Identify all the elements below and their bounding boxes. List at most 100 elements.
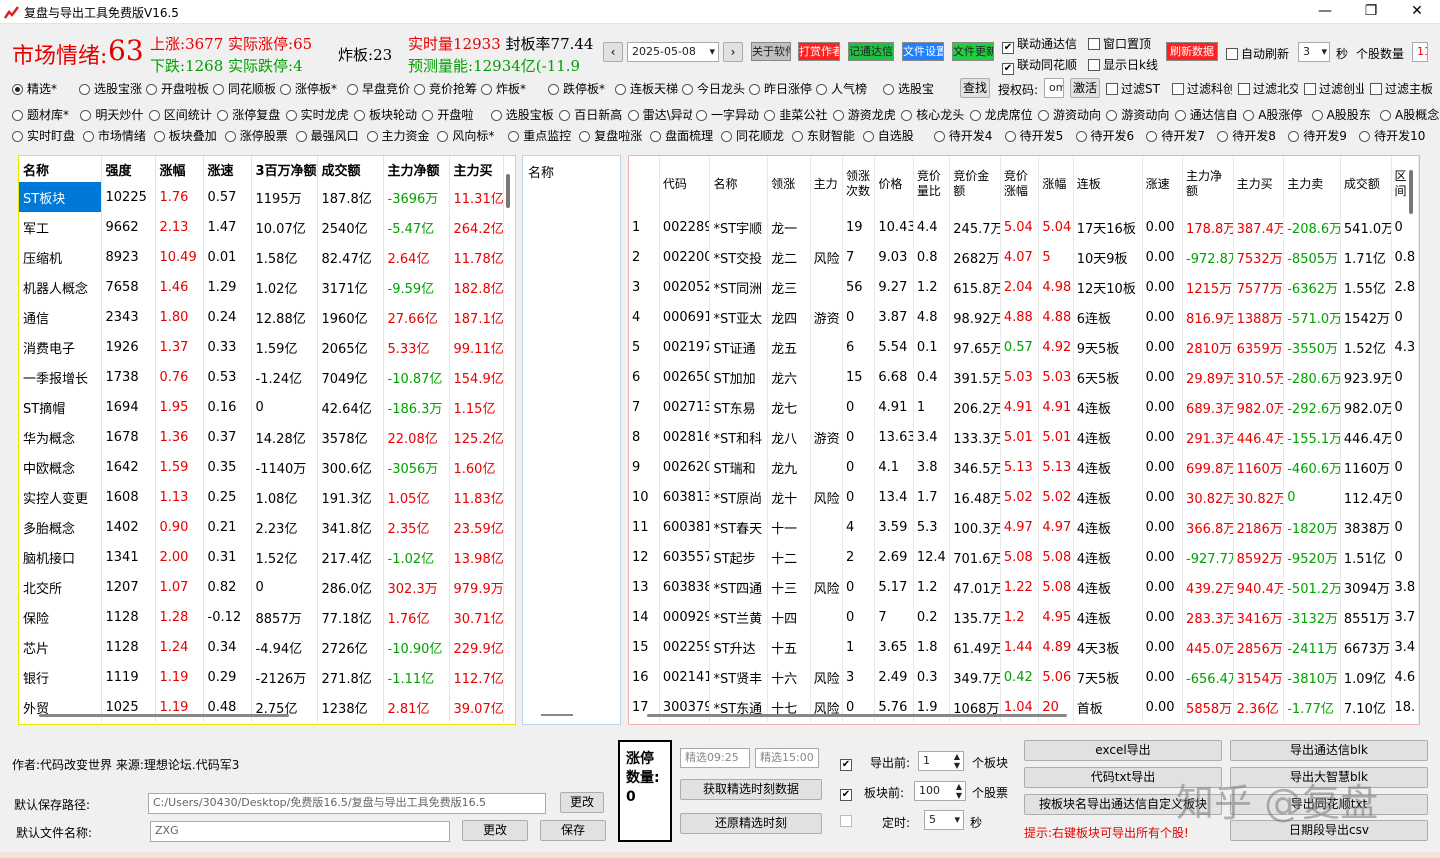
left-vertical-scrollbar[interactable] xyxy=(506,174,510,208)
auth-input[interactable]: om xyxy=(1044,78,1064,98)
column-header[interactable] xyxy=(629,156,660,212)
filename-input[interactable]: ZXG xyxy=(150,821,450,842)
table-row[interactable]: 2 002200 *ST交投 龙二 风险 7 9.03 0.8 2682万 4.07 5 10天9板 0… xyxy=(629,242,1419,272)
table-row[interactable]: 7 002713 ST东易 龙七 0 4.91 1 206.2万 4.91 4.91 4连板 0.00… xyxy=(629,392,1419,422)
table-row[interactable]: 压缩机 8923 10.49 0.01 1.58亿 82.47亿 2.64亿 11.78亿 xyxy=(19,242,504,272)
radio-option[interactable]: 游资动向 xyxy=(1038,106,1102,123)
radio-option[interactable]: 待开发4 xyxy=(933,127,1001,144)
radio-option[interactable]: 实时龙虎 xyxy=(285,106,350,123)
next-date-button[interactable]: › xyxy=(723,42,743,62)
table-row[interactable]: 8 002816 *ST和科 龙八 游资 0 13.63 3.4 133.3万 5.01 5.01 4… xyxy=(629,422,1419,452)
auto-refresh-checkbox[interactable]: 自动刷新 xyxy=(1226,45,1289,62)
column-header[interactable]: 领涨 xyxy=(767,156,811,212)
radio-option[interactable]: 板块轮动 xyxy=(354,106,418,123)
radio-option[interactable]: 韭菜公社 xyxy=(764,106,828,123)
table-row[interactable]: ST板块 10225 1.76 0.57 1195万 187.8亿 -3696万 11.31亿 xyxy=(19,182,504,212)
table-row[interactable]: 通信 2343 1.80 0.24 12.88亿 1960亿 27.66亿 187.1亿 xyxy=(19,302,504,332)
stock-count-input[interactable]: 11 xyxy=(1412,42,1428,62)
link-tdx-checkbox[interactable]: ✔ 联动通达信 xyxy=(1002,35,1077,54)
column-header[interactable]: 成交额 xyxy=(317,156,384,182)
radio-option[interactable]: 一字异动 xyxy=(696,106,760,123)
radio-option[interactable]: 选股宝板 xyxy=(490,106,555,123)
date-picker[interactable]: 2025-05-08 ▾ xyxy=(627,42,719,62)
radio-option[interactable]: 早盘竞价 xyxy=(347,80,410,97)
table-row[interactable]: 10 603813 *ST原尚 龙十 风险 0 13.4 1.7 16.48万 5.02 5.02 4… xyxy=(629,482,1419,512)
radio-option[interactable]: 涨停股票 xyxy=(224,127,292,144)
table-row[interactable]: 保险 1128 1.28 -0.12 8857万 77.18亿 1.76亿 30.71亿 xyxy=(19,602,504,632)
radio-option[interactable]: 区间统计 xyxy=(148,106,213,123)
radio-option[interactable]: 最强风口 xyxy=(295,127,363,144)
restore-snapshot-button[interactable]: 还原精选时刻 xyxy=(680,813,822,834)
table-row[interactable]: 华为概念 1678 1.36 0.37 14.28亿 3578亿 22.08亿 125.2亿 xyxy=(19,422,504,452)
radio-option[interactable]: 待开发6 xyxy=(1075,127,1143,144)
column-header[interactable]: 主力净额 xyxy=(383,156,450,182)
table-row[interactable]: 15 002259 ST升达 十五 1 3.65 1.8 61.49万 1.44 4.89 4天3板… xyxy=(629,632,1419,662)
column-header[interactable]: 涨幅 xyxy=(155,156,204,182)
change-path-button[interactable]: 更改 xyxy=(560,792,604,813)
save-button[interactable]: 保存 xyxy=(540,820,606,841)
sector-before-checkbox[interactable]: ✔ xyxy=(840,784,855,801)
radio-option[interactable]: 竞价抢筹 xyxy=(414,80,477,97)
table-row[interactable]: 1 002289 *ST宇顺 龙一 19 10.43 4.4 245.7万 5.04 5.04 17… xyxy=(629,212,1419,242)
table-row[interactable]: 外贸 1025 1.19 0.48 2.75亿 1238亿 2.81亿 39.07亿 xyxy=(19,692,504,722)
txt-export-button[interactable]: 代码txt导出 xyxy=(1024,767,1222,788)
refresh-interval-select[interactable]: 3 ▾ xyxy=(1298,42,1330,62)
filter-kc-checkbox[interactable]: 过滤科创 xyxy=(1172,80,1232,97)
radio-option[interactable]: 自选股 xyxy=(862,127,930,144)
radio-option[interactable]: 实时盯盘 xyxy=(12,127,79,144)
radio-option[interactable]: 选股宝 xyxy=(883,80,946,97)
table-row[interactable]: 消费电子 1926 1.37 0.33 1.59亿 2065亿 5.33亿 99.11亿 xyxy=(19,332,504,362)
column-header[interactable]: 主力卖 xyxy=(1283,156,1341,212)
radio-option[interactable]: 复盘啦涨 xyxy=(579,127,646,144)
save-path-input[interactable]: C:/Users/30430/Desktop/免费版16.5/复盘与导出工具免费… xyxy=(148,793,546,814)
export-before-checkbox[interactable]: ✔ xyxy=(840,754,855,771)
radio-option[interactable]: 通达信自 xyxy=(1174,106,1239,123)
file-update-button[interactable]: 文件更新 xyxy=(952,42,994,61)
column-header[interactable]: 主力 xyxy=(810,156,844,212)
maximize-button[interactable]: ❐ xyxy=(1348,0,1394,24)
column-header[interactable]: 连板 xyxy=(1073,156,1143,212)
export-before-spinner[interactable]: 1 ▲ ▼ xyxy=(918,751,964,771)
column-header[interactable]: 竞价金额 xyxy=(949,156,1001,212)
table-row[interactable]: 9 002620 ST瑞和 龙九 0 4.1 3.8 346.5万 5.13 5.13 4连板 0.0… xyxy=(629,452,1419,482)
table-row[interactable]: 北交所 1207 1.07 0.82 0 286.0亿 302.3万 979.9万 xyxy=(19,572,504,602)
radio-option[interactable]: 重点监控 xyxy=(508,127,575,144)
table-row[interactable]: 多胎概念 1402 0.90 0.21 2.23亿 341.8亿 2.35亿 23.59亿 xyxy=(19,512,504,542)
radio-option[interactable]: 人气榜 xyxy=(816,80,879,97)
column-header[interactable]: 主力净额 xyxy=(1182,156,1234,212)
radio-option[interactable]: 涨停板* xyxy=(280,80,343,97)
mid-horizontal-scrollbar[interactable] xyxy=(541,714,573,716)
table-row[interactable]: 13 603838 *ST四通 十三 风险 0 5.17 1.2 47.01万 1.22 5.08 4… xyxy=(629,572,1419,602)
column-header[interactable]: 涨幅 xyxy=(1038,156,1074,212)
radio-option[interactable]: 今日龙头 xyxy=(682,80,745,97)
select-0925-input[interactable]: 精选09:25 xyxy=(680,748,750,768)
right-vertical-scrollbar[interactable] xyxy=(1409,170,1413,214)
radio-option[interactable]: 待开发7 xyxy=(1146,127,1213,144)
search-button[interactable]: 查找 xyxy=(960,78,990,98)
radio-option[interactable]: 开盘啦 xyxy=(422,106,486,123)
table-row[interactable]: 芯片 1128 1.24 0.34 -4.94亿 2726亿 -10.90亿 229.9亿 xyxy=(19,632,504,662)
table-row[interactable]: 6 002650 ST加加 龙六 15 6.68 0.4 391.5万 5.03 5.03 6天5板… xyxy=(629,362,1419,392)
table-row[interactable]: 军工 9662 2.13 1.47 10.07亿 2540亿 -5.47亿 264.2亿 xyxy=(19,212,504,242)
filter-main-checkbox[interactable]: 过滤主板 xyxy=(1370,80,1432,97)
radio-option[interactable]: 游资动向 xyxy=(1106,106,1170,123)
sector-before-spinner[interactable]: 100 ▲ ▼ xyxy=(914,781,966,801)
column-header[interactable]: 区间 xyxy=(1391,156,1419,212)
column-header[interactable]: 竞价量比 xyxy=(913,156,951,212)
column-header[interactable]: 代码 xyxy=(659,156,711,212)
radio-option[interactable]: 题材库* xyxy=(12,106,76,123)
close-button[interactable]: ✕ xyxy=(1394,0,1440,24)
table-row[interactable]: 3 002052 *ST同洲 龙三 56 9.27 1.2 615.8万 2.04 4.98 12天… xyxy=(629,272,1419,302)
refresh-data-button[interactable]: 刷新数据 xyxy=(1166,42,1218,61)
about-button[interactable]: 关于软件 xyxy=(751,42,791,61)
column-header[interactable]: 涨速 xyxy=(203,156,252,182)
window-top-checkbox[interactable]: 窗口置顶 xyxy=(1088,35,1151,52)
radio-option[interactable]: 跌停板* xyxy=(548,80,611,97)
table-row[interactable]: 4 000691 *ST亚太 龙四 游资 0 3.87 4.8 98.92万 4.88 4.88 6连… xyxy=(629,302,1419,332)
tdx-custom-export-button[interactable]: 按板块名导出通达信自定义板块 xyxy=(1024,794,1222,815)
dzh-blk-export-button[interactable]: 导出大智慧blk xyxy=(1230,767,1428,788)
tdx-record-button[interactable]: 记通达信 xyxy=(848,42,894,61)
minimize-button[interactable]: — xyxy=(1302,0,1348,24)
radio-option[interactable]: 游资龙虎 xyxy=(832,106,897,123)
activate-button[interactable]: 激活 xyxy=(1070,78,1100,98)
